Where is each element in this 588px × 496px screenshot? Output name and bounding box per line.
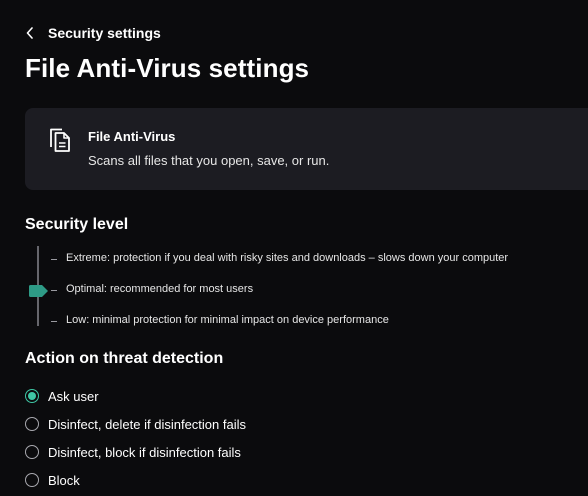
radio-button[interactable] <box>25 417 39 431</box>
chevron-left-icon <box>26 27 34 39</box>
level-description: : protection if you deal with risky site… <box>106 252 509 264</box>
radio-option-disinfect-delete[interactable]: Disinfect, delete if disinfection fails <box>25 415 246 433</box>
radio-label: Ask user <box>48 388 99 404</box>
radio-option-disinfect-block[interactable]: Disinfect, block if disinfection fails <box>25 443 241 461</box>
card-title: File Anti-Virus <box>88 129 176 144</box>
slider-tick-low <box>51 321 57 322</box>
radio-label: Disinfect, delete if disinfection fails <box>48 416 246 432</box>
level-description: : recommended for most users <box>103 283 254 295</box>
level-description: : minimal protection for minimal impact … <box>86 314 389 326</box>
security-level-slider-thumb[interactable] <box>29 284 49 302</box>
feature-card: File Anti-Virus Scans all files that you… <box>25 108 588 190</box>
threat-action-heading: Action on threat detection <box>25 350 224 367</box>
radio-button[interactable] <box>25 389 39 403</box>
radio-button[interactable] <box>25 445 39 459</box>
security-level-extreme[interactable]: Extreme: protection if you deal with ris… <box>66 252 508 264</box>
back-label: Security settings <box>48 25 161 41</box>
security-level-optimal[interactable]: Optimal: recommended for most users <box>66 283 253 295</box>
level-name: Low <box>66 314 87 326</box>
page-title: File Anti-Virus settings <box>25 53 310 83</box>
slider-tick-optimal <box>51 290 57 291</box>
slider-tick-extreme <box>51 259 57 260</box>
back-button[interactable]: Security settings <box>26 24 161 42</box>
radio-option-ask-user[interactable]: Ask user <box>25 387 99 405</box>
security-level-heading: Security level <box>25 216 129 233</box>
security-level-low[interactable]: Low: minimal protection for minimal impa… <box>66 314 389 326</box>
card-description: Scans all files that you open, save, or … <box>88 153 330 168</box>
radio-button[interactable] <box>25 473 39 487</box>
radio-option-block[interactable]: Block <box>25 471 80 489</box>
level-name: Optimal <box>66 283 104 295</box>
radio-label: Block <box>48 472 80 488</box>
level-name: Extreme <box>66 252 107 264</box>
documents-icon <box>47 126 73 159</box>
radio-label: Disinfect, block if disinfection fails <box>48 444 241 460</box>
